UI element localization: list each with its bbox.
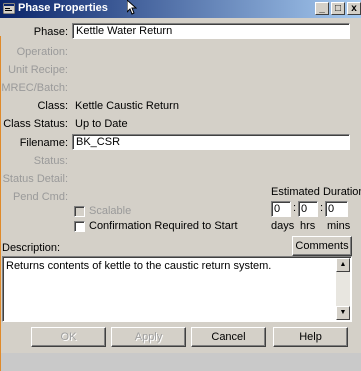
scroll-up-icon[interactable]: ▲ xyxy=(336,258,350,272)
class-status-label: Class Status: xyxy=(3,118,68,130)
scalable-label: Scalable xyxy=(89,205,132,217)
comments-button-label: Comments xyxy=(295,240,349,252)
hrs-label: hrs xyxy=(300,220,316,232)
close-button[interactable]: x xyxy=(347,2,361,15)
minimize-button[interactable]: _ xyxy=(315,2,329,15)
phase-label: Phase: xyxy=(33,26,68,38)
duration-mins-field[interactable]: 0 xyxy=(325,201,348,217)
title-bar[interactable]: Phase Properties _ □ x xyxy=(0,0,361,18)
duration-separator-1: : xyxy=(293,202,297,214)
maximize-button[interactable]: □ xyxy=(331,2,345,15)
filename-label: Filename: xyxy=(19,137,68,149)
window-title: Phase Properties xyxy=(18,2,108,14)
description-textarea[interactable]: Returns contents of kettle to the causti… xyxy=(2,256,352,322)
scroll-down-icon[interactable]: ▼ xyxy=(336,306,350,320)
help-button-label: Help xyxy=(299,331,322,343)
help-button[interactable]: Help xyxy=(273,327,348,347)
cancel-button-label: Cancel xyxy=(211,331,246,343)
comments-button[interactable]: Comments xyxy=(292,236,352,256)
status-label: Status: xyxy=(33,155,68,167)
class-label: Class: xyxy=(37,100,68,112)
mrec-batch-label: MREC/Batch: xyxy=(1,82,68,94)
mouse-cursor-icon xyxy=(127,0,137,15)
ok-button-label: OK xyxy=(60,331,77,343)
mins-label: mins xyxy=(327,220,351,232)
confirmation-label: Confirmation Required to Start xyxy=(89,220,238,232)
duration-days-field[interactable]: 0 xyxy=(271,201,291,217)
ok-button[interactable]: OK xyxy=(31,327,106,347)
class-value: Kettle Caustic Return xyxy=(75,100,179,112)
status-detail-label: Status Detail: xyxy=(2,173,68,185)
apply-button-label: Apply xyxy=(134,331,163,343)
confirmation-checkbox[interactable] xyxy=(74,221,85,232)
days-label: days xyxy=(271,220,295,232)
description-text: Returns contents of kettle to the causti… xyxy=(6,260,272,272)
estimated-duration-label: Estimated Duration: xyxy=(271,186,361,198)
duration-hrs-field[interactable]: 0 xyxy=(298,201,318,217)
duration-separator-2: : xyxy=(320,202,324,214)
phase-field[interactable]: Kettle Water Return xyxy=(72,23,350,39)
operation-label: Operation: xyxy=(16,46,68,58)
filename-field[interactable]: BK_CSR xyxy=(72,134,350,150)
pend-cmd-label: Pend Cmd: xyxy=(12,191,68,203)
dialog-body: Phase: Kettle Water Return Operation: Un… xyxy=(0,18,361,371)
unit-recipe-label: Unit Recipe: xyxy=(8,64,68,76)
scalable-checkbox xyxy=(74,206,85,217)
description-scrollbar[interactable]: ▲ ▼ xyxy=(336,258,350,320)
app-icon xyxy=(3,3,15,14)
apply-button[interactable]: Apply xyxy=(111,327,186,347)
class-status-value: Up to Date xyxy=(75,118,128,130)
description-label: Description: xyxy=(2,242,61,254)
cancel-button[interactable]: Cancel xyxy=(191,327,266,347)
